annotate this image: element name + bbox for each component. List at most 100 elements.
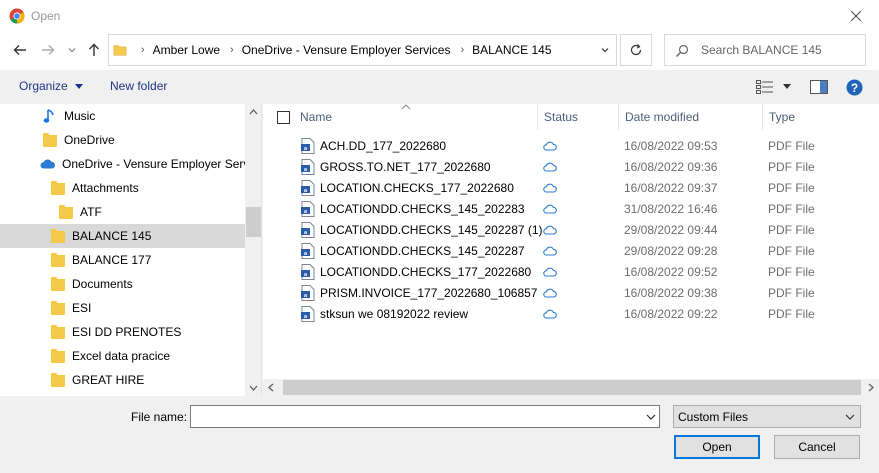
breadcrumb-item-onedrive[interactable]: OneDrive - Vensure Employer Services bbox=[242, 43, 451, 57]
folder-icon bbox=[50, 228, 66, 244]
nav-item-label: Excel data pracice bbox=[72, 349, 171, 363]
pdf-file-icon: a bbox=[301, 158, 315, 175]
nav-item-excel-data[interactable]: Excel data pracice bbox=[0, 344, 245, 368]
search-input[interactable] bbox=[701, 42, 861, 58]
new-folder-button[interactable]: New folder bbox=[110, 79, 167, 93]
breadcrumb-item-user[interactable]: Amber Lowe bbox=[153, 43, 220, 57]
file-row[interactable]: a LOCATIONDD.CHECKS_145_202283 31/08/2022 … bbox=[263, 198, 879, 219]
cloud-status-icon bbox=[543, 141, 557, 151]
column-header-name[interactable]: Name bbox=[263, 104, 538, 130]
file-row[interactable]: a stksun we 08192022 review 16/08/2022 09:… bbox=[263, 303, 879, 324]
file-row[interactable]: a LOCATION.CHECKS_177_2022680 16/08/2022 0… bbox=[263, 177, 879, 198]
file-type-cell: PDF File bbox=[768, 264, 815, 279]
preview-pane-button[interactable] bbox=[810, 80, 828, 97]
close-button[interactable] bbox=[833, 0, 879, 32]
file-name-cell: a LOCATION.CHECKS_177_2022680 bbox=[301, 177, 514, 198]
pdf-file-icon: a bbox=[301, 179, 315, 196]
preview-pane-icon bbox=[810, 80, 828, 94]
file-row[interactable]: a LOCATIONDD.CHECKS_145_202287 29/08/2022 … bbox=[263, 240, 879, 261]
navigation-pane[interactable]: Music OneDrive OneDrive - Vensure Employ… bbox=[0, 104, 262, 396]
refresh-button[interactable] bbox=[620, 34, 652, 66]
folder-icon bbox=[50, 276, 66, 292]
chrome-icon bbox=[9, 8, 25, 24]
nav-item-balance-145[interactable]: BALANCE 145 bbox=[0, 224, 245, 248]
status-cell bbox=[543, 240, 557, 261]
file-row[interactable]: a LOCATIONDD.CHECKS_145_202287 (1) 29/08/2… bbox=[263, 219, 879, 240]
open-button[interactable]: Open bbox=[674, 435, 760, 459]
caret-down-icon bbox=[783, 84, 792, 89]
nav-item-attachments[interactable]: Attachments bbox=[0, 176, 245, 200]
file-name-text: GROSS.TO.NET_177_2022680 bbox=[320, 159, 491, 174]
cloud-status-icon bbox=[543, 225, 557, 235]
arrow-left-icon bbox=[13, 45, 26, 55]
file-name-cell: a LOCATIONDD.CHECKS_145_202287 bbox=[301, 240, 525, 261]
column-header-status[interactable]: Status bbox=[538, 104, 619, 130]
folder-icon bbox=[113, 45, 127, 56]
file-list-hscrollbar[interactable] bbox=[263, 379, 879, 396]
column-name-label: Name bbox=[300, 110, 333, 124]
file-name-cell: a PRISM.INVOICE_177_2022680_106857 bbox=[301, 282, 537, 303]
help-icon: ? bbox=[846, 79, 863, 96]
breadcrumb-separator-icon: › bbox=[141, 44, 145, 56]
forward-button[interactable] bbox=[38, 40, 58, 60]
folder-icon bbox=[58, 204, 74, 220]
nav-item-onedrive[interactable]: OneDrive bbox=[0, 128, 245, 152]
cloud-status-icon bbox=[543, 204, 557, 214]
nav-item-label: BALANCE 177 bbox=[72, 253, 152, 267]
file-type-cell: PDF File bbox=[768, 180, 815, 195]
help-button[interactable]: ? bbox=[846, 79, 863, 99]
status-cell bbox=[543, 177, 557, 198]
file-name-cell: a stksun we 08192022 review bbox=[301, 303, 468, 324]
nav-item-music[interactable]: Music bbox=[0, 104, 245, 128]
view-options-button[interactable] bbox=[756, 80, 792, 97]
file-name-text: ACH.DD_177_2022680 bbox=[320, 138, 447, 153]
file-name-combo[interactable] bbox=[190, 405, 660, 428]
organize-button[interactable]: Organize bbox=[19, 79, 84, 93]
nav-scrollbar[interactable] bbox=[245, 104, 261, 396]
scrollbar-thumb[interactable] bbox=[283, 380, 861, 395]
chevron-down-icon bbox=[68, 48, 76, 53]
nav-item-onedrive-vensure[interactable]: OneDrive - Vensure Employer Services bbox=[0, 152, 245, 176]
nav-item-label: OneDrive bbox=[64, 133, 115, 147]
column-header-date[interactable]: Date modified bbox=[619, 104, 763, 130]
select-all-checkbox[interactable] bbox=[277, 110, 290, 124]
cloud-status-icon bbox=[543, 267, 557, 277]
arrow-right-icon bbox=[42, 45, 55, 55]
back-button[interactable] bbox=[10, 40, 30, 60]
scroll-right-icon bbox=[868, 383, 874, 392]
nav-item-documents[interactable]: Documents bbox=[0, 272, 245, 296]
date-modified-cell: 16/08/2022 09:53 bbox=[624, 138, 718, 153]
music-icon bbox=[42, 108, 58, 124]
details-view-icon bbox=[756, 80, 773, 94]
nav-item-balance-177[interactable]: BALANCE 177 bbox=[0, 248, 245, 272]
recent-locations-button[interactable] bbox=[62, 40, 82, 60]
file-row[interactable]: a GROSS.TO.NET_177_2022680 16/08/2022 09:3… bbox=[263, 156, 879, 177]
breadcrumb-item-current[interactable]: BALANCE 145 bbox=[472, 43, 551, 57]
status-cell bbox=[543, 198, 557, 219]
address-bar[interactable]: › Amber Lowe › OneDrive - Vensure Employ… bbox=[108, 34, 617, 66]
chevron-down-icon[interactable] bbox=[645, 409, 657, 425]
search-icon bbox=[676, 44, 689, 57]
cancel-button[interactable]: Cancel bbox=[774, 435, 860, 459]
column-header-type[interactable]: Type bbox=[763, 104, 879, 130]
file-type-select[interactable]: Custom Files bbox=[673, 405, 861, 428]
file-row[interactable]: a ACH.DD_177_2022680 16/08/2022 09:53 PDF F… bbox=[263, 135, 879, 156]
file-row[interactable]: a LOCATIONDD.CHECKS_177_2022680 16/08/2022… bbox=[263, 261, 879, 282]
file-list[interactable]: Name Status Date modified Type a ACH.DD_1… bbox=[263, 104, 879, 396]
file-name-text: LOCATIONDD.CHECKS_177_2022680 bbox=[320, 264, 532, 279]
scrollbar-thumb[interactable] bbox=[246, 207, 261, 237]
pdf-file-icon: a bbox=[301, 221, 315, 238]
address-dropdown-button[interactable] bbox=[594, 35, 616, 65]
nav-item-great-hire[interactable]: GREAT HIRE bbox=[0, 368, 245, 392]
file-row[interactable]: a PRISM.INVOICE_177_2022680_106857 16/08/2… bbox=[263, 282, 879, 303]
close-icon bbox=[850, 10, 862, 22]
file-name-input[interactable] bbox=[195, 409, 635, 425]
up-button[interactable] bbox=[84, 40, 104, 60]
pdf-file-icon: a bbox=[301, 137, 315, 154]
search-box[interactable] bbox=[664, 34, 866, 66]
nav-item-atf[interactable]: ATF bbox=[0, 200, 245, 224]
nav-item-esi[interactable]: ESI bbox=[0, 296, 245, 320]
nav-item-esi-dd-prenotes[interactable]: ESI DD PRENOTES bbox=[0, 320, 245, 344]
sort-ascending-icon bbox=[401, 104, 411, 110]
file-name-cell: a LOCATIONDD.CHECKS_177_2022680 bbox=[301, 261, 531, 282]
